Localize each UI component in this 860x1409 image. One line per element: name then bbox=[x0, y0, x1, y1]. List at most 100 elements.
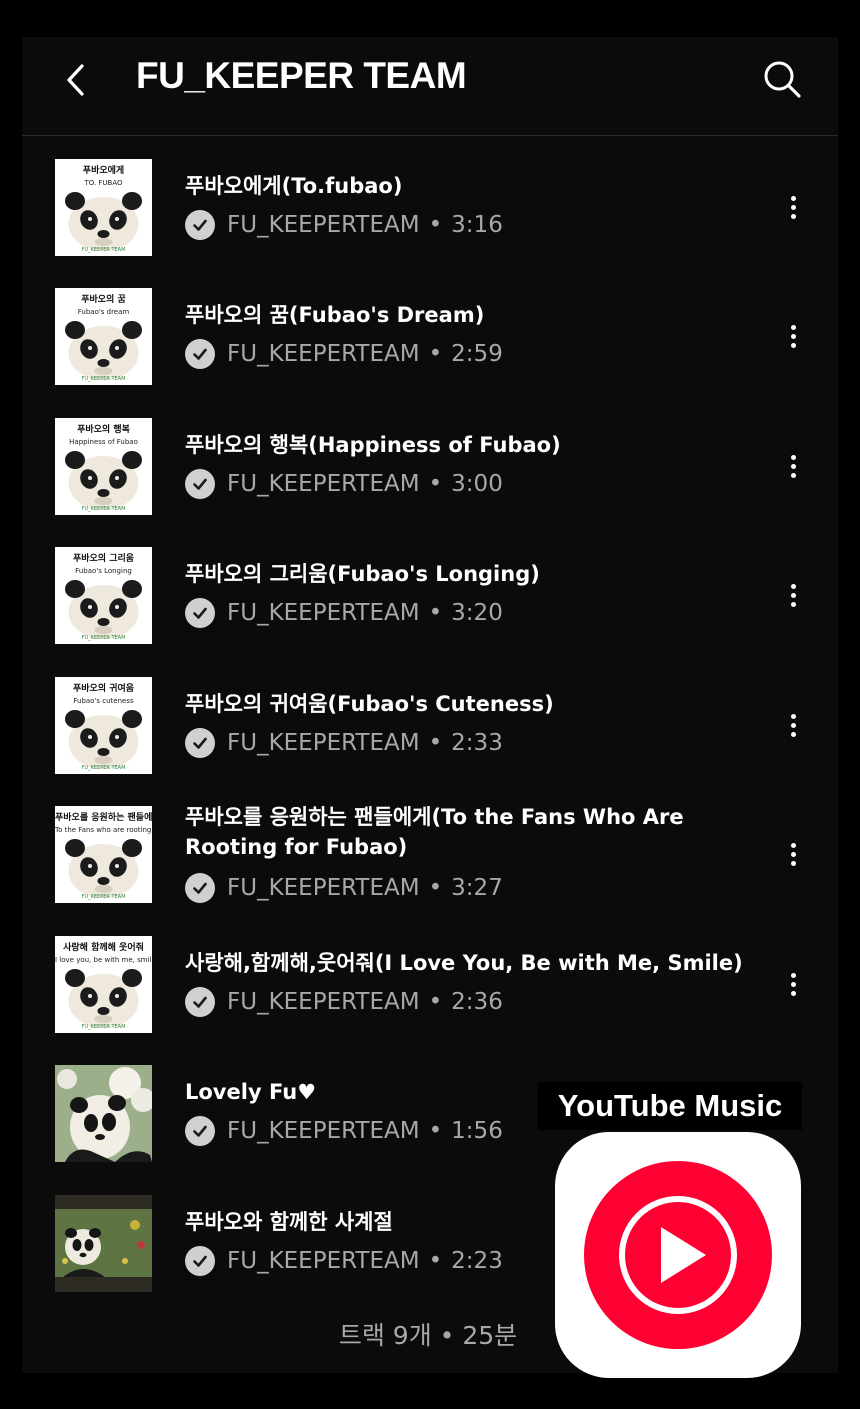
panda-photo-icon bbox=[55, 1065, 152, 1162]
thumb-subtitle: I love you, be with me, smile bbox=[55, 956, 152, 964]
track-thumbnail[interactable]: 푸바오의 그리움 Fubao's Longing FU_KEEPER TEAM bbox=[55, 547, 152, 644]
track-thumbnail[interactable] bbox=[55, 1195, 152, 1292]
youtube-music-label: YouTube Music bbox=[538, 1082, 802, 1130]
track-row[interactable]: 사랑해 함께해 웃어줘 I love you, be with me, smile… bbox=[55, 936, 815, 1033]
more-options-button[interactable] bbox=[781, 966, 805, 1002]
thumb-title: 푸바오의 꿈 bbox=[81, 295, 126, 305]
more-vert-icon bbox=[790, 324, 796, 330]
track-artist: FU_KEEPERTEAM bbox=[227, 1118, 420, 1144]
verified-badge bbox=[185, 728, 215, 758]
thumb-title: 푸바오의 그리움 bbox=[72, 554, 135, 564]
more-options-button[interactable] bbox=[781, 836, 805, 872]
thumb-title: 푸바오의 귀여움 bbox=[72, 684, 135, 694]
more-vert-icon bbox=[790, 972, 796, 978]
track-duration: 2:33 bbox=[451, 730, 503, 756]
page-title: FU_KEEPER TEAM bbox=[136, 55, 467, 96]
thumb-footer: FU_KEEPER TEAM bbox=[81, 765, 126, 771]
track-title: 푸바오의 그리움(Fubao's Longing) bbox=[185, 562, 540, 586]
meta-separator: • bbox=[428, 471, 443, 497]
verified-badge bbox=[185, 1246, 215, 1276]
thumb-subtitle: Fubao's dream bbox=[77, 308, 130, 316]
meta-separator: • bbox=[428, 600, 443, 626]
thumb-title: 푸바오에게 bbox=[82, 166, 125, 176]
verified-badge bbox=[185, 873, 215, 903]
track-artist: FU_KEEPERTEAM bbox=[227, 989, 420, 1015]
search-button[interactable] bbox=[760, 57, 804, 101]
verified-check-icon bbox=[193, 607, 207, 619]
thumb-footer: FU_KEEPER TEAM bbox=[81, 894, 126, 900]
more-vert-icon bbox=[790, 454, 796, 460]
track-duration: 3:16 bbox=[451, 212, 503, 238]
more-vert-icon bbox=[790, 842, 796, 848]
track-artist: FU_KEEPERTEAM bbox=[227, 1248, 420, 1274]
track-thumbnail[interactable]: 푸바오에게 TO. FUBAO FU_KEEPER TEAM bbox=[55, 159, 152, 256]
track-meta: FU_KEEPERTEAM • 3:27 bbox=[185, 872, 503, 904]
track-row[interactable]: 푸바오의 그리움 Fubao's Longing FU_KEEPER TEAM 푸바… bbox=[55, 547, 815, 644]
more-options-button[interactable] bbox=[781, 577, 805, 613]
meta-separator: • bbox=[428, 875, 443, 901]
track-duration: 3:00 bbox=[451, 471, 503, 497]
thumb-footer: FU_KEEPER TEAM bbox=[81, 506, 126, 512]
meta-separator: • bbox=[428, 989, 443, 1015]
meta-separator: • bbox=[428, 730, 443, 756]
verified-check-icon bbox=[193, 1255, 207, 1267]
back-button[interactable] bbox=[58, 60, 98, 100]
track-thumbnail[interactable]: 푸바오를 응원하는 팬들에게 To the Fans who are rootin… bbox=[55, 806, 152, 903]
verified-check-icon bbox=[193, 882, 207, 894]
track-meta: FU_KEEPERTEAM • 3:20 bbox=[185, 597, 503, 629]
thumb-subtitle: Fubao's Longing bbox=[75, 567, 132, 575]
track-thumbnail[interactable] bbox=[55, 1065, 152, 1162]
track-meta: FU_KEEPERTEAM • 3:00 bbox=[185, 468, 503, 500]
track-duration: 3:27 bbox=[451, 875, 503, 901]
track-duration: 1:56 bbox=[451, 1118, 503, 1144]
track-row[interactable]: 푸바오의 꿈 Fubao's dream FU_KEEPER TEAM 푸바오의 꿈… bbox=[55, 288, 815, 385]
track-artist: FU_KEEPERTEAM bbox=[227, 341, 420, 367]
track-meta: FU_KEEPERTEAM • 2:33 bbox=[185, 727, 503, 759]
verified-check-icon bbox=[193, 219, 207, 231]
thumb-title: 사랑해 함께해 웃어줘 bbox=[63, 943, 144, 953]
verified-badge bbox=[185, 210, 215, 240]
track-row[interactable]: 푸바오의 행복 Happiness of Fubao FU_KEEPER TEAM … bbox=[55, 418, 815, 515]
verified-check-icon bbox=[193, 996, 207, 1008]
more-options-button[interactable] bbox=[781, 189, 805, 225]
app-header: FU_KEEPER TEAM bbox=[22, 37, 838, 136]
more-vert-icon bbox=[790, 583, 796, 589]
track-title: 푸바오의 귀여움(Fubao's Cuteness) bbox=[185, 692, 554, 716]
thumb-subtitle: To the Fans who are rooting for Fubao bbox=[55, 826, 152, 834]
meta-separator: • bbox=[428, 341, 443, 367]
more-options-button[interactable] bbox=[781, 318, 805, 354]
track-meta: FU_KEEPERTEAM • 2:59 bbox=[185, 338, 503, 370]
more-options-button[interactable] bbox=[781, 707, 805, 743]
thumb-title: 푸바오의 행복 bbox=[77, 425, 130, 435]
track-artist: FU_KEEPERTEAM bbox=[227, 212, 420, 238]
track-duration: 2:36 bbox=[451, 989, 503, 1015]
track-meta: FU_KEEPERTEAM • 3:16 bbox=[185, 209, 503, 241]
search-icon bbox=[764, 61, 801, 98]
track-meta: FU_KEEPERTEAM • 1:56 bbox=[185, 1115, 503, 1147]
track-thumbnail[interactable]: 푸바오의 귀여움 Fubao's cuteness FU_KEEPER TEAM bbox=[55, 677, 152, 774]
track-title: 푸바오에게(To.fubao) bbox=[185, 174, 403, 198]
track-row[interactable]: 푸바오를 응원하는 팬들에게 To the Fans who are rootin… bbox=[55, 805, 815, 904]
youtube-music-app-icon[interactable] bbox=[555, 1132, 801, 1378]
track-row[interactable]: 푸바오의 귀여움 Fubao's cuteness FU_KEEPER TEAM 푸… bbox=[55, 677, 815, 774]
back-icon bbox=[67, 64, 84, 96]
verified-check-icon bbox=[193, 1125, 207, 1137]
track-thumbnail[interactable]: 사랑해 함께해 웃어줘 I love you, be with me, smile… bbox=[55, 936, 152, 1033]
track-row[interactable]: 푸바오에게 TO. FUBAO FU_KEEPER TEAM 푸바오에게(To.fu… bbox=[55, 159, 815, 256]
track-meta: FU_KEEPERTEAM • 2:36 bbox=[185, 986, 503, 1018]
verified-badge bbox=[185, 1116, 215, 1146]
track-meta: FU_KEEPERTEAM • 2:23 bbox=[185, 1245, 503, 1277]
verified-badge bbox=[185, 598, 215, 628]
verified-check-icon bbox=[193, 737, 207, 749]
track-thumbnail[interactable]: 푸바오의 꿈 Fubao's dream FU_KEEPER TEAM bbox=[55, 288, 152, 385]
thumb-footer: FU_KEEPER TEAM bbox=[81, 247, 126, 253]
more-vert-icon bbox=[790, 713, 796, 719]
track-artist: FU_KEEPERTEAM bbox=[227, 730, 420, 756]
verified-check-icon bbox=[193, 348, 207, 360]
thumb-subtitle: Happiness of Fubao bbox=[69, 438, 138, 446]
track-duration: 3:20 bbox=[451, 600, 503, 626]
more-options-button[interactable] bbox=[781, 448, 805, 484]
track-thumbnail[interactable]: 푸바오의 행복 Happiness of Fubao FU_KEEPER TEAM bbox=[55, 418, 152, 515]
thumb-subtitle: TO. FUBAO bbox=[84, 179, 123, 187]
thumb-subtitle: Fubao's cuteness bbox=[73, 697, 134, 705]
